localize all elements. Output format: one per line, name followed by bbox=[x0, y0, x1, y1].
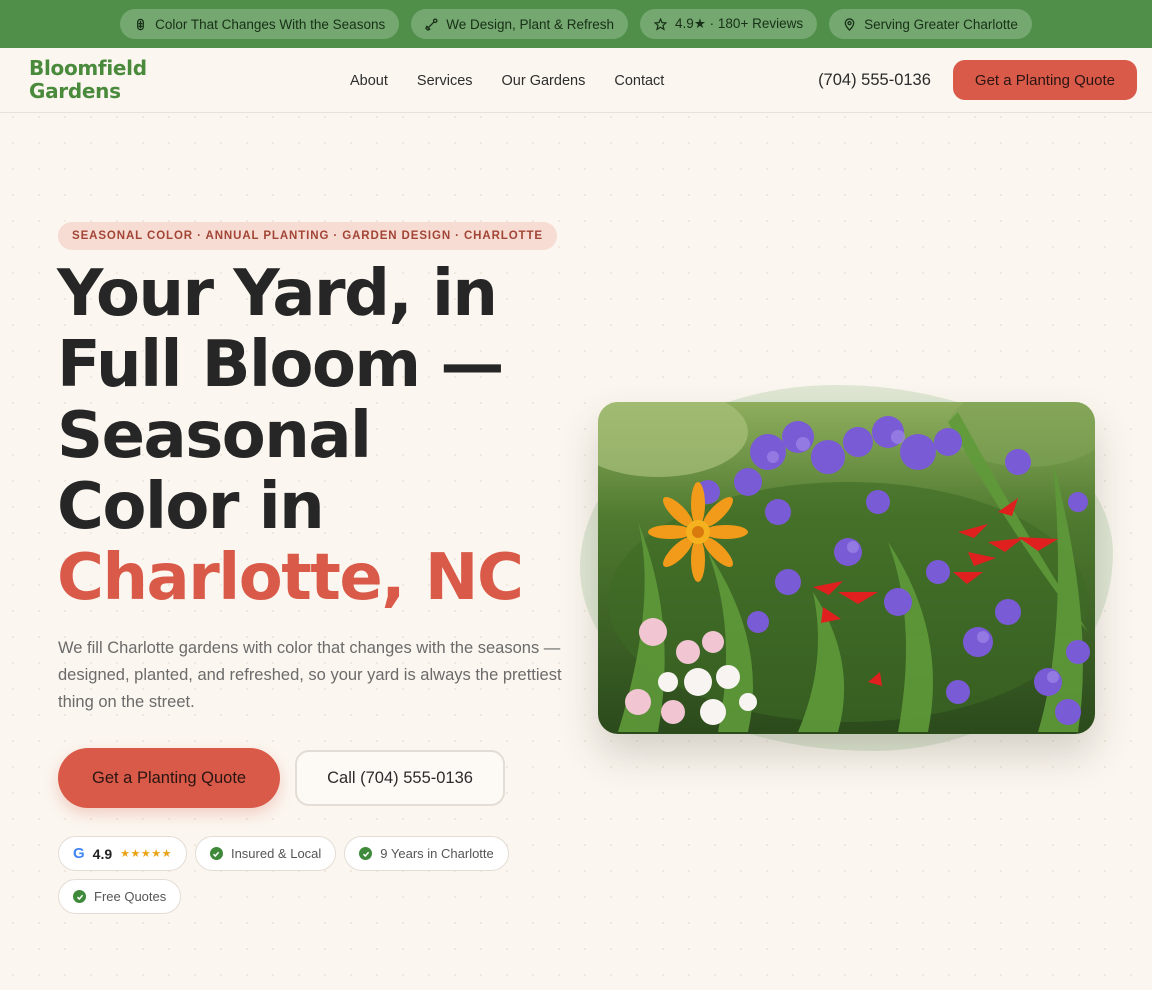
nav-links: About Services Our Gardens Contact bbox=[350, 48, 664, 113]
announcement-label: We Design, Plant & Refresh bbox=[446, 16, 615, 32]
garden-photo bbox=[598, 402, 1095, 734]
leaf-icon bbox=[137, 18, 145, 30]
headline-accent: Charlotte, NC bbox=[57, 541, 524, 615]
headline-line-1: Your Yard, in bbox=[57, 257, 498, 331]
logo-line-2: Gardens bbox=[29, 79, 121, 103]
check-icon bbox=[359, 847, 373, 860]
hero-cta-row: Get a Planting Quote Call (704) 555-0136 bbox=[58, 748, 505, 808]
logo-line-1: Bloomfield bbox=[29, 56, 147, 80]
google-rating-badge: G 4.9 ★★★★★ bbox=[58, 836, 187, 871]
nav-link-about[interactable]: About bbox=[350, 73, 388, 89]
announcement-bar: Color That Changes With the Seasons We D… bbox=[0, 0, 1152, 48]
free-quotes-label: Free Quotes bbox=[94, 889, 167, 904]
announcement-seasons: Color That Changes With the Seasons bbox=[120, 9, 400, 39]
nav-actions: (704) 555-0136 Get a Planting Quote bbox=[818, 60, 1137, 100]
insured-label: Insured & Local bbox=[230, 846, 322, 861]
headline-line-3: Seasonal bbox=[57, 399, 372, 473]
google-icon: G bbox=[73, 845, 85, 862]
hero-call-button[interactable]: Call (704) 555-0136 bbox=[295, 750, 505, 806]
star-outline-icon bbox=[654, 17, 668, 31]
years-badge: 9 Years in Charlotte bbox=[344, 836, 509, 871]
trust-badges: G 4.9 ★★★★★ Insured & Local 9 Years in C… bbox=[58, 836, 538, 914]
nav-phone-link[interactable]: (704) 555-0136 bbox=[818, 71, 931, 90]
check-icon bbox=[73, 890, 86, 903]
announcement-label: Color That Changes With the Seasons bbox=[155, 16, 386, 32]
hero-section: SEASONAL COLOR · ANNUAL PLANTING · GARDE… bbox=[0, 113, 1152, 990]
hero-lead: We fill Charlotte gardens with color tha… bbox=[58, 639, 562, 711]
announcement-area: Serving Greater Charlotte bbox=[829, 9, 1032, 39]
free-quotes-badge: Free Quotes bbox=[58, 879, 182, 914]
map-pin-icon bbox=[844, 17, 855, 31]
headline-line-4: Color in bbox=[57, 470, 325, 544]
logo[interactable]: Bloomfield Gardens bbox=[29, 57, 169, 103]
main-nav: Bloomfield Gardens About Services Our Ga… bbox=[0, 48, 1152, 113]
nav-link-our-gardens[interactable]: Our Gardens bbox=[502, 73, 586, 89]
announcement-label: Serving Greater Charlotte bbox=[864, 16, 1018, 32]
hero-headline: Your Yard, in Full Bloom — Seasonal Colo… bbox=[57, 259, 577, 614]
headline-line-2: Full Bloom — bbox=[57, 328, 504, 402]
years-label: 9 Years in Charlotte bbox=[380, 846, 494, 861]
announcement-label: 4.9★ · 180+ Reviews bbox=[675, 16, 804, 31]
nav-quote-button[interactable]: Get a Planting Quote bbox=[952, 60, 1137, 100]
insured-badge: Insured & Local bbox=[194, 836, 337, 871]
shovel-icon bbox=[425, 17, 438, 31]
star-rating-icon: ★★★★★ bbox=[120, 848, 172, 860]
announcement-reviews: 4.9★ · 180+ Reviews bbox=[640, 9, 818, 39]
nav-link-contact[interactable]: Contact bbox=[614, 73, 664, 89]
announcement-design: We Design, Plant & Refresh bbox=[411, 9, 629, 39]
check-icon bbox=[209, 847, 223, 860]
hero-tagline: SEASONAL COLOR · ANNUAL PLANTING · GARDE… bbox=[58, 222, 557, 250]
rating-value: 4.9 bbox=[92, 845, 113, 862]
hero-quote-button[interactable]: Get a Planting Quote bbox=[58, 748, 281, 808]
nav-link-services[interactable]: Services bbox=[417, 73, 473, 89]
